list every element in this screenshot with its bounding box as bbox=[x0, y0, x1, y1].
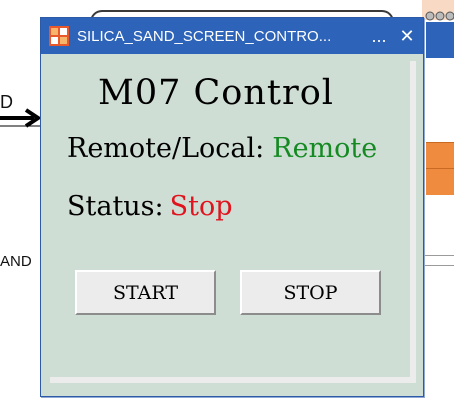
window-title: SILICA_SAND_SCREEN_CONTRO... bbox=[77, 27, 332, 45]
page-title: M07 Control bbox=[98, 73, 334, 113]
overflow-icon[interactable]: ... bbox=[365, 18, 393, 54]
screen-deck-icon bbox=[422, 0, 454, 21]
background-bar bbox=[423, 255, 454, 266]
status-row: Status: Stop bbox=[67, 191, 233, 222]
remote-local-label: Remote/Local: bbox=[67, 133, 265, 164]
remote-local-value: Remote bbox=[272, 133, 378, 164]
control-dialog: SILICA_SAND_SCREEN_CONTRO... ... ✕ M07 C… bbox=[40, 17, 424, 397]
background-right-equipment bbox=[422, 0, 454, 409]
remote-local-row: Remote/Local: Remote bbox=[67, 133, 377, 164]
close-icon[interactable]: ✕ bbox=[393, 18, 421, 54]
title-bar[interactable]: SILICA_SAND_SCREEN_CONTRO... ... ✕ bbox=[41, 18, 423, 54]
status-label: Status: bbox=[67, 191, 164, 222]
background-sand-label: AND bbox=[0, 253, 32, 270]
conveyor-arrow-icon bbox=[0, 108, 40, 128]
start-button[interactable]: START bbox=[75, 270, 216, 315]
stop-button[interactable]: STOP bbox=[240, 270, 381, 315]
app-icon bbox=[49, 26, 69, 46]
background-blue-strip bbox=[426, 22, 454, 58]
background-orange-block bbox=[426, 142, 454, 169]
control-panel: M07 Control Remote/Local: Remote Status: S… bbox=[50, 61, 416, 383]
status-value: Stop bbox=[169, 191, 233, 222]
background-orange-block bbox=[426, 168, 454, 195]
